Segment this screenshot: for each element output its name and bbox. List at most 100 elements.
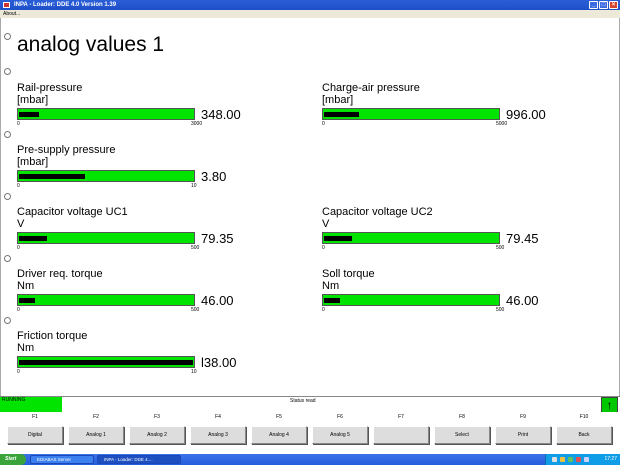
gauge-bar bbox=[17, 232, 195, 244]
maximize-button[interactable]: □ bbox=[599, 1, 608, 9]
radio-button[interactable] bbox=[4, 68, 11, 75]
gauge-min: 0 bbox=[322, 307, 325, 313]
f5-analog4-button[interactable]: Analog 4 bbox=[251, 426, 307, 444]
taskbar-item-inpa[interactable]: INPA - Loader: DDE 4.... bbox=[97, 455, 181, 464]
gauge-min: 0 bbox=[17, 183, 20, 189]
tray-app-icon[interactable] bbox=[584, 457, 589, 462]
gauge-friction-torque: Friction torque Nm l38.00 0 10 bbox=[17, 330, 277, 375]
gauge-unit: Nm bbox=[322, 280, 340, 292]
minimize-button[interactable]: _ bbox=[589, 1, 598, 9]
gauge-label: Driver req. torque bbox=[17, 268, 103, 280]
gauge-label: Charge-air pressure bbox=[322, 82, 420, 94]
arrow-up-icon: ↑ bbox=[606, 398, 613, 412]
gauge-fill bbox=[324, 298, 340, 303]
f9-print-button[interactable]: Print bbox=[495, 426, 551, 444]
gauge-bar bbox=[322, 108, 500, 120]
gauge-value: 79.45 bbox=[506, 231, 539, 246]
gauge-min: 0 bbox=[17, 121, 20, 127]
fkey-label: F9 bbox=[520, 414, 526, 420]
function-key-bar: F1 F2 F3 F4 F5 F6 F7 F8 F9 F10 Digital A… bbox=[0, 412, 620, 454]
fkey-label: F3 bbox=[154, 414, 160, 420]
fkey-label: F7 bbox=[398, 414, 404, 420]
gauge-max: 3000 bbox=[191, 121, 203, 127]
fkey-label: F4 bbox=[215, 414, 221, 420]
radio-button[interactable] bbox=[4, 317, 11, 324]
gauge-label: Soll torque bbox=[322, 268, 375, 280]
gauge-value: 46.00 bbox=[506, 293, 539, 308]
fkey-label: F2 bbox=[93, 414, 99, 420]
system-tray: 17:27 bbox=[545, 454, 620, 465]
f1-digital-button[interactable]: Digital bbox=[7, 426, 63, 444]
fkey-label: F1 bbox=[32, 414, 38, 420]
gauge-fill bbox=[324, 112, 359, 117]
gauge-unit: V bbox=[17, 218, 25, 230]
app-icon bbox=[3, 2, 10, 8]
start-button[interactable]: Start bbox=[0, 454, 26, 465]
gauge-value: 996.00 bbox=[506, 107, 546, 122]
running-indicator: RUNNING bbox=[0, 397, 62, 413]
main-panel: analog values 1 Rail-pressure [mbar] 348… bbox=[0, 18, 620, 396]
f10-back-button[interactable]: Back bbox=[556, 426, 612, 444]
gauge-soll-torque: Soll torque Nm 46.00 0 500 bbox=[322, 268, 582, 313]
menu-about[interactable]: About... bbox=[3, 11, 20, 17]
gauge-charge-air-pressure: Charge-air pressure [mbar] 996.00 0 5000 bbox=[322, 82, 582, 127]
gauge-label: Friction torque bbox=[17, 330, 88, 342]
close-button[interactable]: × bbox=[609, 1, 618, 9]
gauge-unit: [mbar] bbox=[322, 94, 354, 106]
taskbar: Start EDIABAS Server INPA - Loader: DDE … bbox=[0, 454, 620, 465]
gauge-max: 5000 bbox=[496, 121, 508, 127]
f3-analog2-button[interactable]: Analog 2 bbox=[129, 426, 185, 444]
f8-select-button[interactable]: Select bbox=[434, 426, 490, 444]
page-title: analog values 1 bbox=[17, 33, 165, 56]
gauge-min: 0 bbox=[322, 245, 325, 251]
gauge-pre-supply-pressure: Pre-supply pressure [mbar] 3.80 0 10 bbox=[17, 144, 277, 189]
alert-icon[interactable] bbox=[576, 457, 581, 462]
fkey-label: F10 bbox=[579, 414, 589, 420]
gauge-bar bbox=[17, 108, 195, 120]
gauge-bar bbox=[17, 356, 195, 368]
radio-button[interactable] bbox=[4, 255, 11, 262]
gauge-label: Capacitor voltage UC1 bbox=[17, 206, 128, 218]
gauge-unit: V bbox=[322, 218, 330, 230]
gauge-max: 10 bbox=[191, 183, 197, 189]
gauge-driver-req-torque: Driver req. torque Nm 46.00 0 500 bbox=[17, 268, 277, 313]
gauge-value: l38.00 bbox=[201, 355, 237, 370]
up-arrow-button[interactable]: ↑ bbox=[601, 397, 618, 413]
gauge-label: Pre-supply pressure bbox=[17, 144, 116, 156]
radio-button[interactable] bbox=[4, 193, 11, 200]
taskbar-item-ediabas[interactable]: EDIABAS Server bbox=[30, 455, 94, 464]
clock: 17:27 bbox=[604, 456, 617, 462]
gauge-value: 46.00 bbox=[201, 293, 234, 308]
fkey-label: F5 bbox=[276, 414, 282, 420]
status-text: Status read bbox=[290, 398, 316, 404]
gauge-max: 500 bbox=[191, 307, 200, 313]
radio-button[interactable] bbox=[4, 33, 11, 40]
gauge-fill bbox=[324, 236, 352, 241]
gauge-max: 500 bbox=[496, 307, 505, 313]
fkey-label: F6 bbox=[337, 414, 343, 420]
f2-analog1-button[interactable]: Analog 1 bbox=[68, 426, 124, 444]
gauge-bar bbox=[322, 294, 500, 306]
gauge-bar bbox=[17, 294, 195, 306]
status-row: RUNNING Status read ↑ bbox=[0, 396, 620, 413]
gauge-bar bbox=[17, 170, 195, 182]
f6-analog5-button[interactable]: Analog 5 bbox=[312, 426, 368, 444]
gauge-min: 0 bbox=[17, 307, 20, 313]
gauge-label: Capacitor voltage UC2 bbox=[322, 206, 433, 218]
gauge-bar bbox=[322, 232, 500, 244]
gauge-fill bbox=[19, 112, 39, 117]
gauge-unit: Nm bbox=[17, 280, 35, 292]
menu-bar: About... bbox=[0, 10, 620, 18]
gauge-min: 0 bbox=[17, 245, 20, 251]
volume-icon[interactable] bbox=[560, 457, 565, 462]
gauge-fill bbox=[19, 236, 47, 241]
gauge-value: 79.35 bbox=[201, 231, 234, 246]
f4-analog3-button[interactable]: Analog 3 bbox=[190, 426, 246, 444]
gauge-fill bbox=[19, 174, 85, 179]
gauge-unit: [mbar] bbox=[17, 94, 49, 106]
security-icon[interactable] bbox=[568, 457, 573, 462]
radio-button[interactable] bbox=[4, 131, 11, 138]
f7-button[interactable] bbox=[373, 426, 429, 444]
gauge-max: 10 bbox=[191, 369, 197, 375]
network-icon[interactable] bbox=[552, 457, 557, 462]
